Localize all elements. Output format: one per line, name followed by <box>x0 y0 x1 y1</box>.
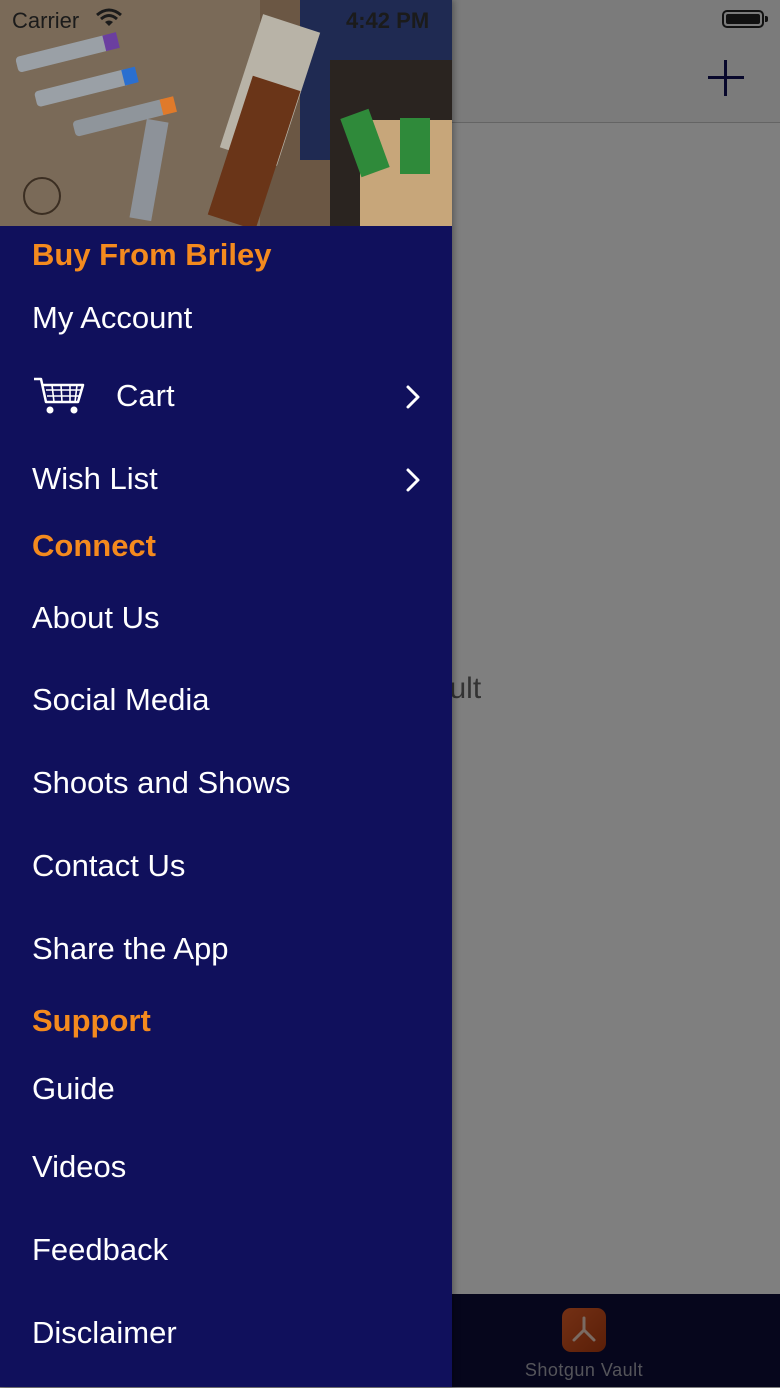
clock: 4:42 PM <box>346 8 430 33</box>
menu-item-my-account[interactable]: My Account <box>0 286 452 354</box>
menu-item-label: Contact Us <box>32 848 186 883</box>
carrier-label: Carrier <box>12 8 80 33</box>
menu-item-disclaimer[interactable]: Disclaimer <box>0 1278 452 1361</box>
menu-item-guide[interactable]: Guide <box>0 1040 452 1112</box>
menu-item-label: Wish List <box>32 461 158 496</box>
menu-item-label: About Us <box>32 600 160 635</box>
menu-item-wish-list[interactable]: Wish List <box>0 437 452 520</box>
menu-item-label: Feedback <box>32 1232 169 1267</box>
menu-item-label: Videos <box>32 1149 127 1184</box>
menu-item-label: My Account <box>32 300 193 335</box>
menu-item-videos[interactable]: Videos <box>0 1112 452 1195</box>
menu-item-label: Cart <box>116 378 175 413</box>
menu-item-about-us[interactable]: About Us <box>0 578 452 650</box>
battery-icon <box>722 10 768 28</box>
section-header-connect: Connect <box>32 528 156 563</box>
menu-item-label: Share the App <box>32 931 229 966</box>
side-menu: Buy From Briley My Account Cart Wish Lis… <box>0 0 452 1387</box>
menu-item-label: Shoots and Shows <box>32 765 291 800</box>
chevron-right-icon <box>406 468 420 492</box>
menu-item-contact-us[interactable]: Contact Us <box>0 816 452 899</box>
menu-list: Buy From Briley My Account Cart Wish Lis… <box>0 226 452 1361</box>
menu-item-label: Disclaimer <box>32 1315 177 1350</box>
wifi-icon <box>96 8 122 26</box>
menu-item-share-the-app[interactable]: Share the App <box>0 899 452 982</box>
menu-item-label: Guide <box>32 1071 115 1106</box>
menu-item-label: Social Media <box>32 682 210 717</box>
status-bar: Carrier 4:42 PM <box>0 0 780 40</box>
cart-icon <box>34 377 85 414</box>
section-header-buy-from-briley: Buy From Briley <box>32 237 272 272</box>
menu-item-shoots-and-shows[interactable]: Shoots and Shows <box>0 733 452 816</box>
menu-item-feedback[interactable]: Feedback <box>0 1195 452 1278</box>
menu-item-cart[interactable]: Cart <box>0 354 452 437</box>
menu-item-social-media[interactable]: Social Media <box>0 650 452 733</box>
section-header-support: Support <box>32 1003 151 1038</box>
chevron-right-icon <box>406 385 420 409</box>
